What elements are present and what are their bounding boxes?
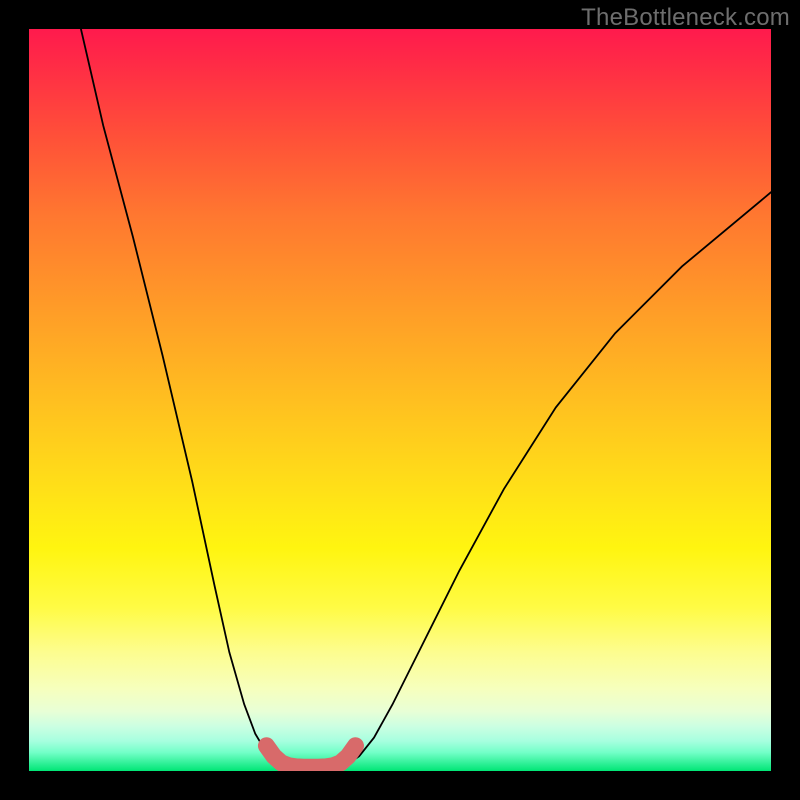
watermark-text: TheBottleneck.com <box>581 4 790 32</box>
chart-frame <box>29 29 771 771</box>
right-curve <box>341 192 771 766</box>
chart-plot <box>29 29 771 771</box>
left-curve <box>81 29 289 766</box>
valley-band <box>266 746 355 768</box>
